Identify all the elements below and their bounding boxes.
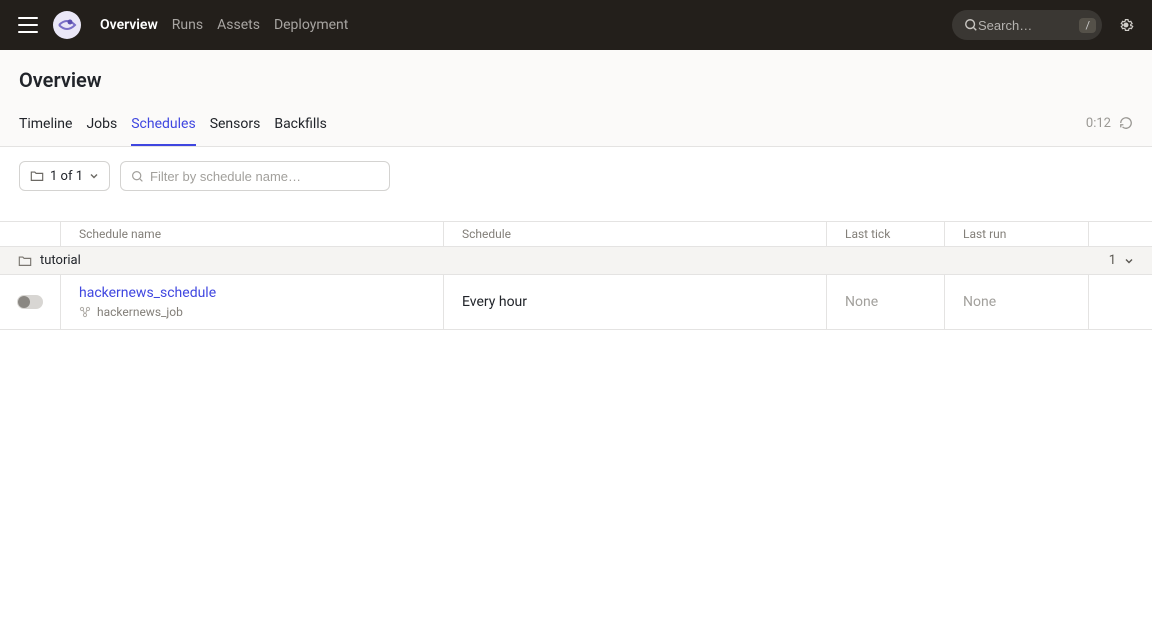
filter-wrapper (120, 161, 390, 191)
tab-backfills[interactable]: Backfills (274, 110, 327, 146)
repository-selector[interactable]: 1 of 1 (19, 161, 110, 191)
nav-runs[interactable]: Runs (172, 17, 203, 33)
search-shortcut-badge: / (1079, 18, 1096, 33)
refresh-countdown: 0:12 (1086, 116, 1111, 131)
page-tabs: Timeline Jobs Schedules Sensors Backfill… (19, 110, 327, 146)
top-nav: Overview Runs Assets Deployment (100, 17, 348, 33)
search-icon (131, 170, 144, 183)
col-header-name: Schedule name (60, 222, 443, 246)
schedule-last-run: None (963, 294, 1070, 310)
tab-jobs[interactable]: Jobs (86, 110, 117, 146)
repository-selector-label: 1 of 1 (50, 169, 83, 184)
repository-group-count: 1 (1109, 253, 1116, 268)
chevron-down-icon (89, 171, 99, 181)
global-search[interactable]: / (952, 10, 1102, 40)
schedule-last-tick: None (845, 294, 926, 310)
col-header-schedule: Schedule (443, 222, 826, 246)
dagster-logo[interactable] (52, 10, 82, 40)
repository-group-row[interactable]: tutorial 1 (0, 247, 1152, 275)
search-input[interactable] (978, 18, 1068, 33)
repository-group-name: tutorial (40, 253, 81, 268)
col-header-last-run: Last run (944, 222, 1088, 246)
folder-icon (18, 254, 32, 268)
nav-overview[interactable]: Overview (100, 17, 158, 33)
schedule-name-link[interactable]: hackernews_schedule (79, 285, 425, 301)
col-header-last-tick: Last tick (826, 222, 944, 246)
group-actions-menu[interactable] (1124, 256, 1134, 266)
menu-button[interactable] (18, 17, 38, 33)
settings-button[interactable] (1118, 17, 1134, 33)
refresh-button[interactable] (1119, 116, 1133, 130)
table-row: hackernews_schedule hackernews_job Every… (0, 275, 1152, 330)
folder-icon (30, 169, 44, 183)
filter-input[interactable] (150, 169, 379, 184)
tab-sensors[interactable]: Sensors (210, 110, 261, 146)
nav-deployment[interactable]: Deployment (274, 17, 348, 33)
nav-assets[interactable]: Assets (217, 17, 260, 33)
schedule-toggle[interactable] (17, 295, 43, 309)
tab-timeline[interactable]: Timeline (19, 110, 72, 146)
page-title: Overview (19, 68, 1133, 92)
table-header: Schedule name Schedule Last tick Last ru… (0, 221, 1152, 247)
schedule-cadence: Every hour (462, 294, 808, 310)
schedule-job-link[interactable]: hackernews_job (97, 305, 183, 319)
job-icon (79, 306, 91, 318)
tab-schedules[interactable]: Schedules (131, 110, 195, 146)
search-icon (964, 18, 978, 32)
